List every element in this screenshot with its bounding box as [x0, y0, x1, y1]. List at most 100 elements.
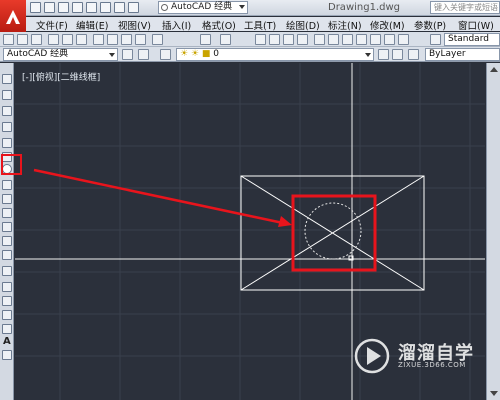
new-icon[interactable] — [3, 34, 14, 45]
point-icon[interactable] — [2, 266, 12, 276]
undo-icon[interactable] — [200, 34, 211, 45]
undo-icon[interactable] — [114, 2, 125, 13]
match-properties-icon[interactable] — [135, 34, 146, 45]
watermark-url: ZIXUE.3D66.COM — [398, 361, 466, 369]
layer-controls-icons: ☀ ☀ ■ — [180, 49, 214, 59]
line-icon[interactable] — [2, 74, 12, 84]
menu-draw[interactable]: 绘图(D) — [286, 18, 320, 32]
gradient-icon[interactable] — [2, 296, 12, 306]
menu-modify[interactable]: 修改(M) — [370, 18, 405, 32]
tool-palettes-icon[interactable] — [342, 34, 353, 45]
color-swatch-icon[interactable] — [408, 49, 419, 60]
document-title: Drawing1.dwg — [328, 2, 400, 13]
menu-insert[interactable]: 插入(I) — [162, 18, 191, 32]
polyline-icon[interactable] — [2, 106, 12, 116]
layer-previous-icon[interactable] — [392, 49, 403, 60]
autocad-a-icon — [6, 10, 20, 24]
menu-file[interactable]: 文件(F) — [36, 18, 68, 32]
add-selected-icon[interactable] — [2, 350, 12, 360]
viewport-label[interactable]: [-][俯视][二维线框] — [22, 70, 100, 83]
copy-icon[interactable] — [107, 34, 118, 45]
print-icon[interactable] — [48, 34, 59, 45]
linetype-select-value: ByLayer — [429, 49, 466, 59]
quick-access-toolbar — [30, 2, 139, 14]
paste-icon[interactable] — [121, 34, 132, 45]
chevron-down-icon — [365, 53, 371, 57]
scroll-up-icon[interactable] — [490, 67, 498, 72]
chevron-down-icon — [239, 5, 245, 9]
menu-view[interactable]: 视图(V) — [118, 18, 151, 32]
revision-cloud-icon[interactable] — [2, 180, 12, 190]
workspace-select[interactable]: AutoCAD 经典 — [158, 1, 248, 14]
zoom-previous-icon[interactable] — [297, 34, 308, 45]
properties-icon[interactable] — [314, 34, 325, 45]
make-block-icon[interactable] — [2, 250, 12, 260]
rectangle-icon[interactable] — [2, 138, 12, 148]
draw-toolbar: A — [0, 63, 14, 400]
layers-toolbar: AutoCAD 经典 ☀ ☀ ■ 0 ByLayer — [0, 47, 500, 62]
layer-properties-icon[interactable] — [138, 49, 149, 60]
print-preview-icon[interactable] — [62, 34, 73, 45]
workspace-toolbar-select[interactable]: AutoCAD 经典 — [3, 48, 118, 61]
zoom-realtime-icon[interactable] — [269, 34, 280, 45]
open-icon[interactable] — [17, 34, 28, 45]
ellipse-arc-icon[interactable] — [2, 222, 12, 232]
autocad-logo-button[interactable] — [0, 0, 26, 34]
text-icon[interactable]: A — [3, 336, 11, 347]
publish-icon[interactable] — [76, 34, 87, 45]
help-icon[interactable] — [398, 34, 409, 45]
standard-toolbar: Standard — [0, 32, 500, 47]
plot-icon[interactable] — [100, 2, 111, 13]
title-bar: AutoCAD 经典 Drawing1.dwg 键入关键字或短语 — [0, 0, 500, 16]
redo-icon[interactable] — [128, 2, 139, 13]
print-icon[interactable] — [86, 2, 97, 13]
block-editor-icon[interactable] — [152, 34, 163, 45]
save-icon[interactable] — [58, 2, 69, 13]
text-style-icon[interactable] — [430, 34, 441, 45]
menu-dimension[interactable]: 标注(N) — [328, 18, 362, 32]
zoom-window-icon[interactable] — [283, 34, 294, 45]
menu-edit[interactable]: 编辑(E) — [76, 18, 108, 32]
quickcalc-icon[interactable] — [384, 34, 395, 45]
hatch-icon[interactable] — [2, 282, 12, 292]
open-file-icon[interactable] — [44, 2, 55, 13]
arc-icon[interactable] — [2, 152, 12, 162]
layer-select-value: 0 — [213, 49, 219, 59]
menu-format[interactable]: 格式(O) — [202, 18, 236, 32]
menu-bar: 文件(F) 编辑(E) 视图(V) 插入(I) 格式(O) 工具(T) 绘图(D… — [26, 17, 500, 32]
sheet-set-icon[interactable] — [356, 34, 367, 45]
gear-icon — [161, 4, 168, 11]
pan-icon[interactable] — [255, 34, 266, 45]
ellipse-icon[interactable] — [2, 208, 12, 218]
new-file-icon[interactable] — [30, 2, 41, 13]
menu-tools[interactable]: 工具(T) — [244, 18, 276, 32]
design-center-icon[interactable] — [328, 34, 339, 45]
menu-parametric[interactable]: 参数(P) — [414, 18, 446, 32]
text-style-select[interactable]: Standard — [444, 33, 500, 46]
markup-icon[interactable] — [370, 34, 381, 45]
table-icon[interactable] — [2, 324, 12, 334]
circle-icon[interactable] — [2, 164, 12, 174]
vertical-scrollbar[interactable] — [486, 63, 500, 400]
autocad-window: AutoCAD 经典 Drawing1.dwg 键入关键字或短语 文件(F) 编… — [0, 0, 500, 400]
workspace-toolbar-value: AutoCAD 经典 — [7, 49, 69, 59]
workspace-settings-icon[interactable] — [122, 49, 133, 60]
polygon-icon[interactable] — [2, 122, 12, 132]
layer-state-icon[interactable] — [160, 49, 171, 60]
search-input[interactable]: 键入关键字或短语 — [430, 1, 500, 14]
scroll-down-icon[interactable] — [490, 391, 498, 396]
spline-icon[interactable] — [2, 194, 12, 204]
save-icon[interactable] — [31, 34, 42, 45]
linetype-select[interactable]: ByLayer — [425, 48, 500, 61]
cut-icon[interactable] — [93, 34, 104, 45]
make-current-layer-icon[interactable] — [378, 49, 389, 60]
redo-icon[interactable] — [220, 34, 231, 45]
insert-block-icon[interactable] — [2, 236, 12, 246]
layer-select[interactable]: ☀ ☀ ■ 0 — [176, 48, 374, 61]
construction-line-icon[interactable] — [2, 90, 12, 100]
menu-window[interactable]: 窗口(W) — [458, 18, 494, 32]
save-as-icon[interactable] — [72, 2, 83, 13]
region-icon[interactable] — [2, 310, 12, 320]
text-style-value: Standard — [448, 34, 489, 44]
workspace-select-value: AutoCAD 经典 — [171, 2, 233, 12]
